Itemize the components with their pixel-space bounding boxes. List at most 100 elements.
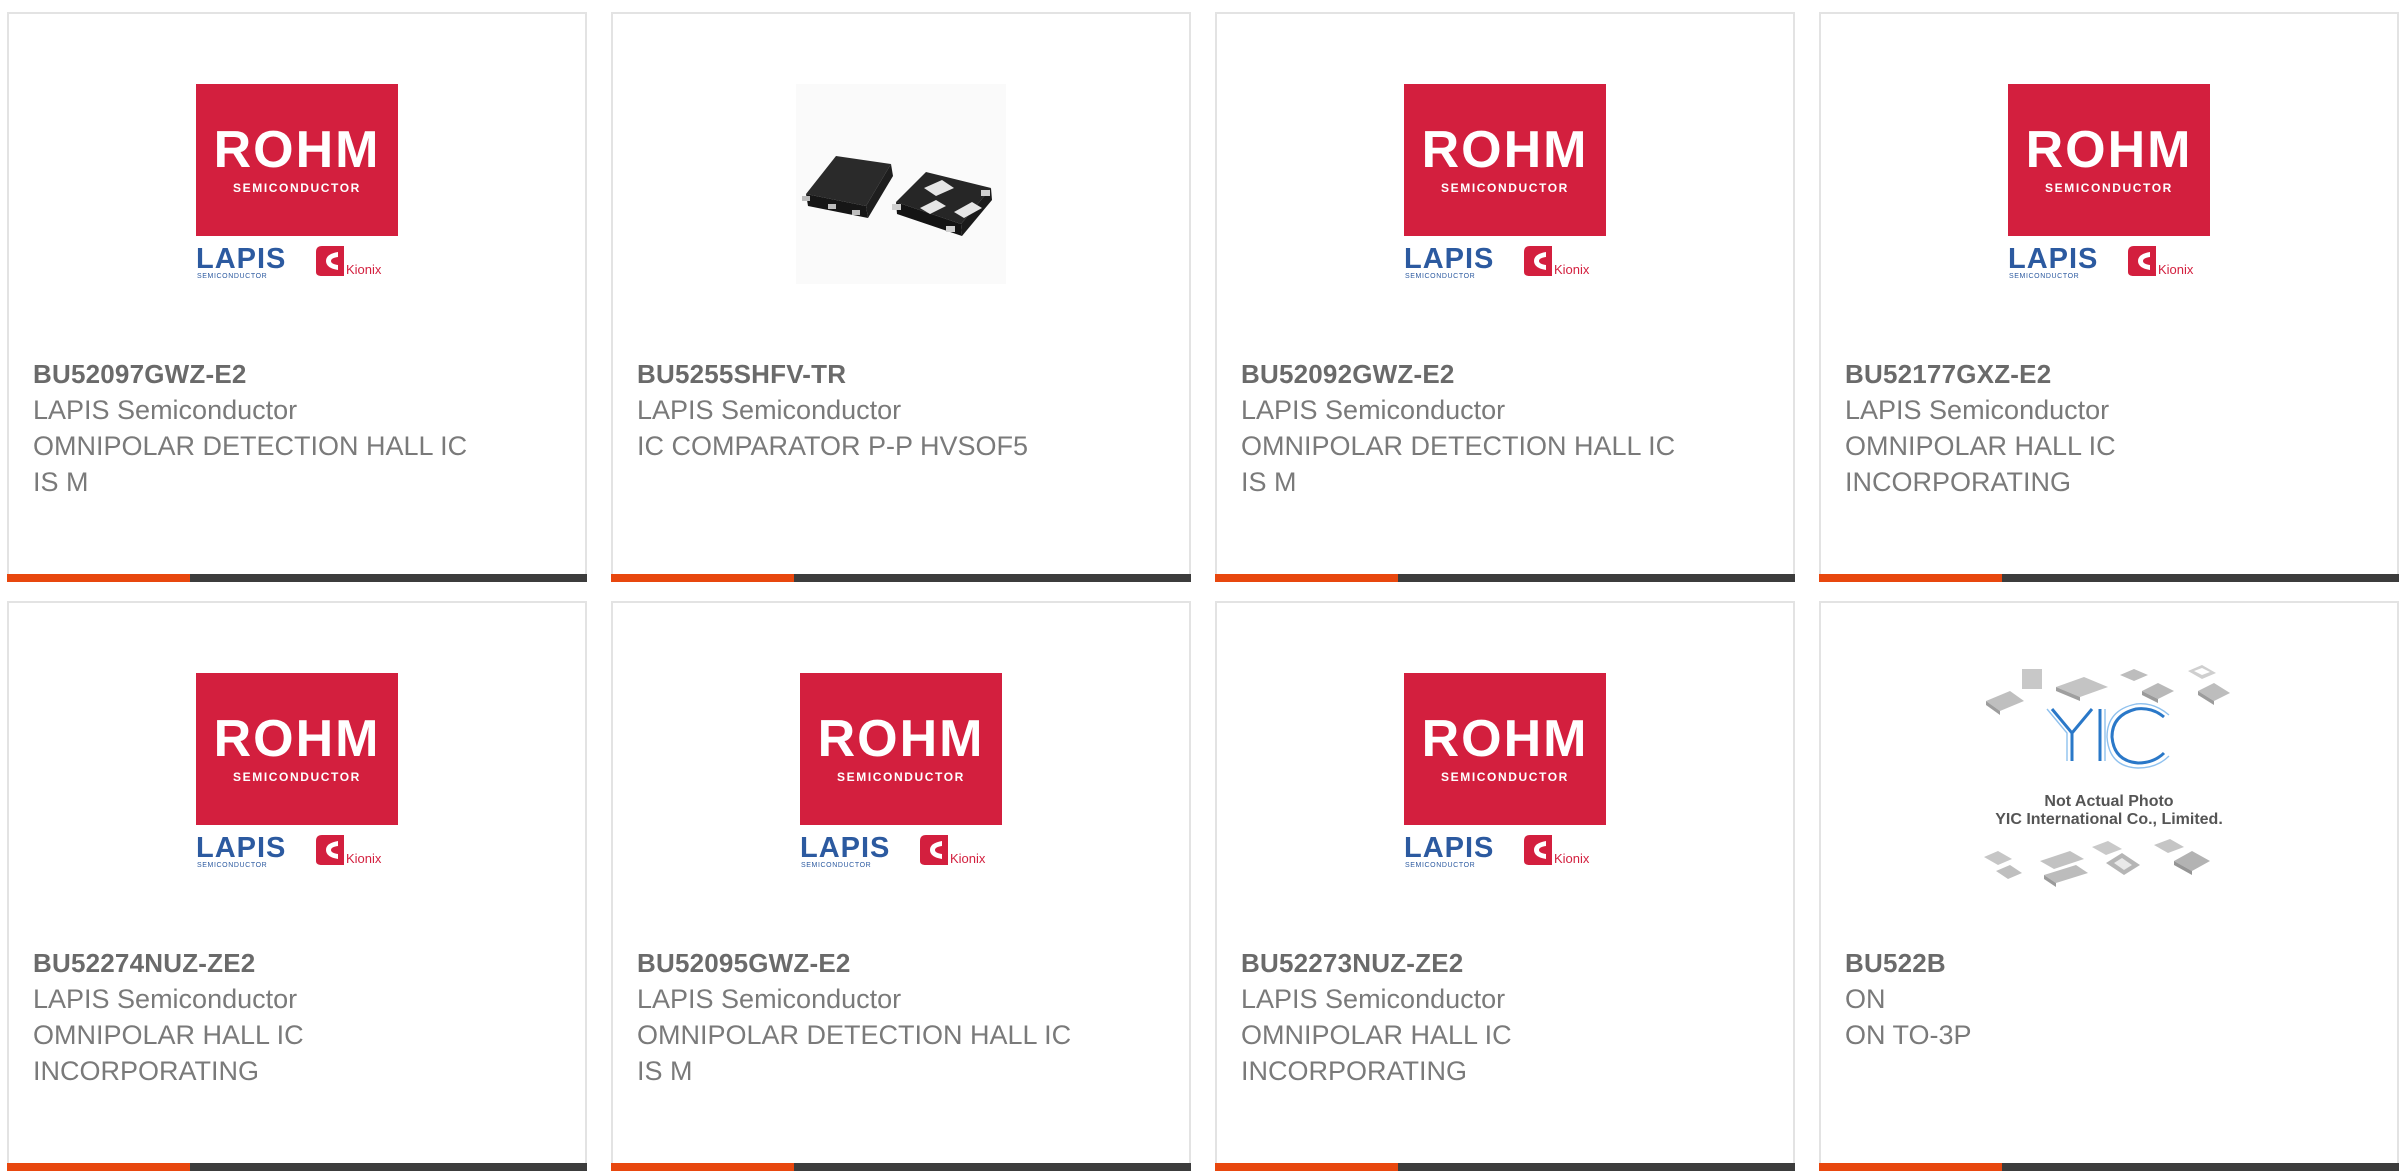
product-card[interactable]: Not Actual Photo YIC International Co., … bbox=[1819, 601, 2399, 1171]
card-bottom-bar bbox=[611, 1163, 1191, 1171]
manufacturer: LAPIS Semiconductor bbox=[1845, 395, 2110, 425]
product-thumbnail[interactable] bbox=[613, 84, 1189, 294]
product-card[interactable]: ROHM SEMICONDUCTOR LAPIS SEMICONDUCTOR K… bbox=[7, 12, 587, 582]
rohm-logo-subtext: SEMICONDUCTOR bbox=[1441, 770, 1569, 784]
lapis-logo-text: LAPIS bbox=[1404, 832, 1495, 864]
product-card[interactable]: ROHM SEMICONDUCTOR LAPIS SEMICONDUCTOR K… bbox=[7, 601, 587, 1171]
part-number[interactable]: BU5255SHFV-TR bbox=[637, 356, 1169, 392]
rohm-logo-box: ROHM SEMICONDUCTOR bbox=[1404, 84, 1606, 236]
product-info: BU52177GXZ-E2 LAPIS Semiconductor OMNIPO… bbox=[1845, 356, 2377, 500]
rohm-logo-box: ROHM SEMICONDUCTOR bbox=[800, 673, 1002, 825]
card-accent-bar bbox=[1819, 1163, 2002, 1171]
card-bottom-bar bbox=[1819, 574, 2399, 582]
rohm-logo-box: ROHM SEMICONDUCTOR bbox=[196, 673, 398, 825]
card-bottom-bar bbox=[611, 574, 1191, 582]
manufacturer: ON bbox=[1845, 984, 1886, 1014]
card-accent-bar bbox=[1215, 574, 1398, 582]
kionix-icon bbox=[1524, 246, 1552, 276]
kionix-icon bbox=[2128, 246, 2156, 276]
lapis-kionix-strip: LAPIS SEMICONDUCTOR Kionix bbox=[196, 831, 398, 873]
lapis-logo-subtext: SEMICONDUCTOR bbox=[801, 862, 872, 869]
product-grid: ROHM SEMICONDUCTOR LAPIS SEMICONDUCTOR K… bbox=[7, 12, 2399, 1171]
lapis-logo-text: LAPIS bbox=[800, 832, 891, 864]
lapis-logo-text: LAPIS bbox=[196, 243, 287, 275]
rohm-logo-subtext: SEMICONDUCTOR bbox=[2045, 181, 2173, 195]
product-card[interactable]: ROHM SEMICONDUCTOR LAPIS SEMICONDUCTOR K… bbox=[1215, 601, 1795, 1171]
product-info: BU52095GWZ-E2 LAPIS Semiconductor OMNIPO… bbox=[637, 945, 1169, 1089]
product-thumbnail[interactable]: ROHM SEMICONDUCTOR LAPIS SEMICONDUCTOR K… bbox=[1217, 84, 1793, 294]
product-description: OMNIPOLAR HALL IC INCORPORATING bbox=[1241, 1020, 1512, 1086]
manufacturer: LAPIS Semiconductor bbox=[1241, 395, 1506, 425]
product-description: OMNIPOLAR HALL IC INCORPORATING bbox=[1845, 431, 2116, 497]
rohm-logo-box: ROHM SEMICONDUCTOR bbox=[1404, 673, 1606, 825]
kionix-logo-text: Kionix bbox=[1554, 851, 1590, 866]
product-info: BU52092GWZ-E2 LAPIS Semiconductor OMNIPO… bbox=[1241, 356, 1773, 500]
product-thumbnail[interactable]: ROHM SEMICONDUCTOR LAPIS SEMICONDUCTOR K… bbox=[1217, 673, 1793, 883]
lapis-logo-text: LAPIS bbox=[2008, 243, 2099, 275]
rohm-logo-text: ROHM bbox=[817, 710, 985, 768]
kionix-logo-text: Kionix bbox=[346, 851, 382, 866]
lapis-kionix-strip: LAPIS SEMICONDUCTOR Kionix bbox=[196, 242, 398, 284]
card-bottom-bar bbox=[1215, 574, 1795, 582]
rohm-logo-box: ROHM SEMICONDUCTOR bbox=[2008, 84, 2210, 236]
card-accent-bar bbox=[1215, 1163, 1398, 1171]
card-bottom-bar bbox=[7, 1163, 587, 1171]
lapis-logo-subtext: SEMICONDUCTOR bbox=[197, 862, 268, 869]
product-card[interactable]: BU5255SHFV-TR LAPIS Semiconductor IC COM… bbox=[611, 12, 1191, 582]
product-card[interactable]: ROHM SEMICONDUCTOR LAPIS SEMICONDUCTOR K… bbox=[1215, 12, 1795, 582]
product-description: IC COMPARATOR P-P HVSOF5 bbox=[637, 431, 1029, 461]
part-number[interactable]: BU52177GXZ-E2 bbox=[1845, 356, 2377, 392]
part-number[interactable]: BU52095GWZ-E2 bbox=[637, 945, 1169, 981]
product-description: OMNIPOLAR DETECTION HALL IC IS M bbox=[33, 431, 468, 497]
rohm-lapis-kionix-logo: ROHM SEMICONDUCTOR LAPIS SEMICONDUCTOR K… bbox=[1404, 84, 1606, 284]
ic-package-photo bbox=[796, 84, 1006, 284]
part-number[interactable]: BU52092GWZ-E2 bbox=[1241, 356, 1773, 392]
rohm-logo-subtext: SEMICONDUCTOR bbox=[1441, 181, 1569, 195]
rohm-logo-text: ROHM bbox=[2025, 121, 2193, 179]
part-number[interactable]: BU522B bbox=[1845, 945, 2377, 981]
manufacturer: LAPIS Semiconductor bbox=[33, 395, 298, 425]
lapis-logo-text: LAPIS bbox=[196, 832, 287, 864]
product-description: OMNIPOLAR HALL IC INCORPORATING bbox=[33, 1020, 304, 1086]
product-thumbnail[interactable]: ROHM SEMICONDUCTOR LAPIS SEMICONDUCTOR K… bbox=[1821, 84, 2397, 294]
product-description: OMNIPOLAR DETECTION HALL IC IS M bbox=[1241, 431, 1676, 497]
kionix-icon bbox=[316, 246, 344, 276]
kionix-logo-text: Kionix bbox=[346, 262, 382, 277]
part-number[interactable]: BU52274NUZ-ZE2 bbox=[33, 945, 565, 981]
rohm-lapis-kionix-logo: ROHM SEMICONDUCTOR LAPIS SEMICONDUCTOR K… bbox=[800, 673, 1002, 873]
product-description: ON TO-3P bbox=[1845, 1020, 1972, 1050]
product-card[interactable]: ROHM SEMICONDUCTOR LAPIS SEMICONDUCTOR K… bbox=[1819, 12, 2399, 582]
kionix-icon bbox=[1524, 835, 1552, 865]
part-number[interactable]: BU52097GWZ-E2 bbox=[33, 356, 565, 392]
kionix-icon bbox=[316, 835, 344, 865]
product-thumbnail[interactable]: ROHM SEMICONDUCTOR LAPIS SEMICONDUCTOR K… bbox=[613, 673, 1189, 883]
product-card[interactable]: ROHM SEMICONDUCTOR LAPIS SEMICONDUCTOR K… bbox=[611, 601, 1191, 1171]
rohm-logo-subtext: SEMICONDUCTOR bbox=[233, 770, 361, 784]
lapis-kionix-strip: LAPIS SEMICONDUCTOR Kionix bbox=[1404, 831, 1606, 873]
rohm-lapis-kionix-logo: ROHM SEMICONDUCTOR LAPIS SEMICONDUCTOR K… bbox=[1404, 673, 1606, 873]
lapis-logo-subtext: SEMICONDUCTOR bbox=[197, 273, 268, 280]
card-accent-bar bbox=[611, 1163, 794, 1171]
manufacturer: LAPIS Semiconductor bbox=[637, 984, 902, 1014]
product-thumbnail[interactable]: Not Actual Photo YIC International Co., … bbox=[1821, 665, 2397, 887]
kionix-icon bbox=[920, 835, 948, 865]
product-thumbnail[interactable]: ROHM SEMICONDUCTOR LAPIS SEMICONDUCTOR K… bbox=[9, 84, 585, 294]
card-bottom-bar bbox=[1215, 1163, 1795, 1171]
card-accent-bar bbox=[611, 574, 794, 582]
product-thumbnail[interactable]: ROHM SEMICONDUCTOR LAPIS SEMICONDUCTOR K… bbox=[9, 673, 585, 883]
card-bottom-bar bbox=[7, 574, 587, 582]
rohm-lapis-kionix-logo: ROHM SEMICONDUCTOR LAPIS SEMICONDUCTOR K… bbox=[2008, 84, 2210, 284]
rohm-logo-box: ROHM SEMICONDUCTOR bbox=[196, 84, 398, 236]
lapis-logo-subtext: SEMICONDUCTOR bbox=[1405, 273, 1476, 280]
part-number[interactable]: BU52273NUZ-ZE2 bbox=[1241, 945, 1773, 981]
card-accent-bar bbox=[7, 574, 190, 582]
chip-packages-icon bbox=[1984, 665, 2230, 887]
product-info: BU52097GWZ-E2 LAPIS Semiconductor OMNIPO… bbox=[33, 356, 565, 500]
placeholder-caption: Not Actual Photo YIC International Co., … bbox=[1974, 793, 2244, 829]
manufacturer: LAPIS Semiconductor bbox=[637, 395, 902, 425]
card-accent-bar bbox=[7, 1163, 190, 1171]
card-bottom-bar bbox=[1819, 1163, 2399, 1171]
product-info: BU522B ON ON TO-3P bbox=[1845, 945, 2377, 1053]
product-info: BU5255SHFV-TR LAPIS Semiconductor IC COM… bbox=[637, 356, 1169, 464]
rohm-logo-text: ROHM bbox=[213, 710, 381, 768]
